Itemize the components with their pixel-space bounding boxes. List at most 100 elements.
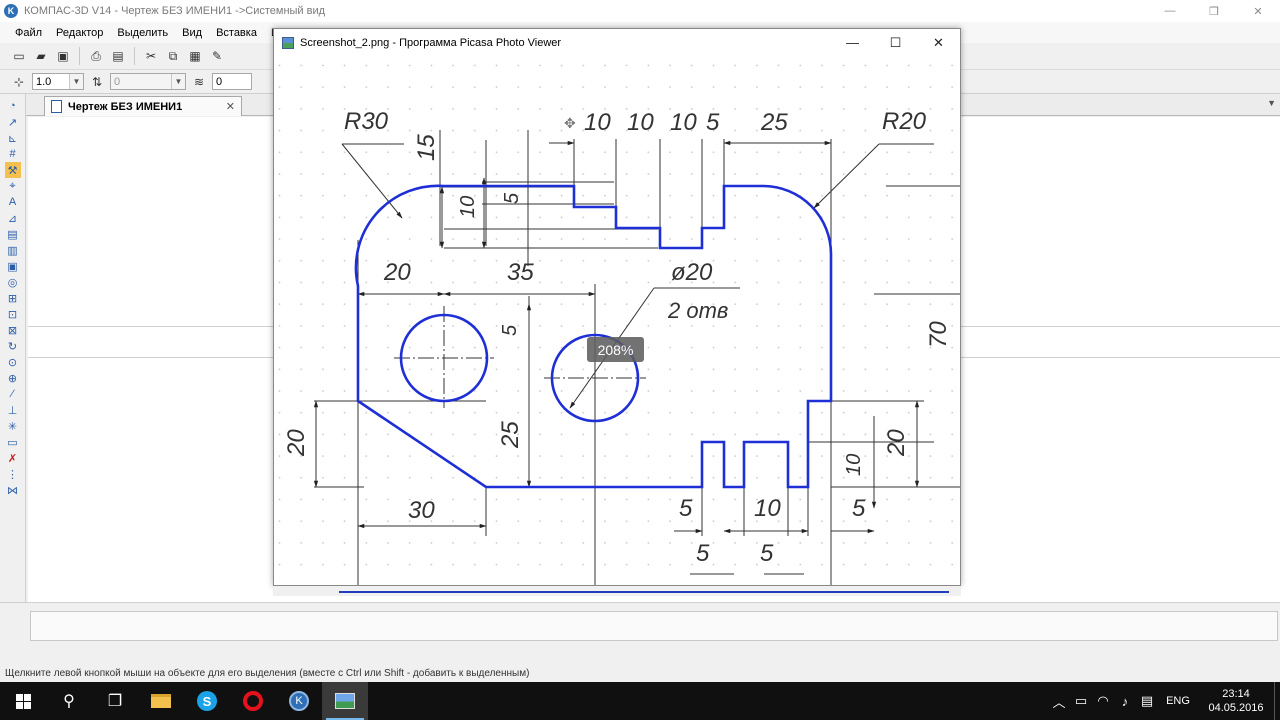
cut-icon[interactable]: ✂ [142,47,160,65]
transform-icon[interactable]: ⋈ [5,482,21,498]
zoom-window-icon[interactable]: ⊞ [5,290,21,306]
copy-icon[interactable]: ⧉ [164,47,182,65]
dim-5-hole-label: 5 [499,324,521,336]
insert-icon[interactable]: ▣ [5,258,21,274]
language-indicator[interactable]: ENG [1158,695,1198,707]
report-icon[interactable]: ▥ [5,242,21,258]
command-input[interactable] [30,611,1278,641]
chevron-up-icon[interactable]: ︿ [1048,692,1070,711]
notifications-icon[interactable]: ▤ [1136,693,1158,709]
picasa-close-button[interactable]: ✕ [917,29,960,56]
clock-date: 04.05.2016 [1208,702,1264,714]
segment-icon[interactable]: ⊥ [5,402,21,418]
dimensions-icon[interactable]: ↗ [5,114,21,130]
paste-icon[interactable]: ▦ [186,47,204,65]
angle-icon[interactable]: ✳ [5,418,21,434]
top-dim-10-b: 10 [627,109,654,136]
dim-5-label: 5 [501,192,523,204]
wifi-icon[interactable]: ◠ [1092,693,1114,709]
open-folder-icon[interactable]: ▰ [32,47,50,65]
geometry-icon[interactable]: ◔ [5,98,21,114]
task-view-icon[interactable]: ❐ [92,682,138,720]
zoom-level-badge: 208% [587,337,644,362]
chevron-down-icon[interactable]: ▼ [69,74,83,89]
picasa-title: Screenshot_2.png - Программа Picasa Phot… [300,36,562,49]
dim-70-label: 70 [925,321,952,348]
taskbar: ⚲ ❐ S K ︿ ▭ ◠ ♪ ▤ ENG 23:14 04.05.2016 [0,682,1280,720]
menu-view[interactable]: Вид [175,27,209,39]
pan-icon[interactable]: ⊠ [5,322,21,338]
menu-file[interactable]: Файл [8,27,49,39]
menu-select[interactable]: Выделить [110,27,175,39]
print-icon[interactable]: ⎙ [87,47,105,65]
show-desktop-button[interactable] [1274,682,1280,720]
picasa-photo-icon [282,36,294,49]
top-dim-10-c: 10 [670,109,697,136]
delete-icon[interactable]: ✗ [5,450,21,466]
associative-icon[interactable]: ⊿ [5,210,21,226]
line-icon[interactable]: ⁄ [5,386,21,402]
save-icon[interactable]: ▣ [54,47,72,65]
close-tab-icon[interactable]: ✕ [226,100,235,113]
file-explorer-icon[interactable] [138,682,184,720]
volume-icon[interactable]: ♪ [1114,694,1136,709]
layer-value: 0 [216,75,223,88]
zoom-icon[interactable]: ⊡ [5,306,21,322]
dim-5-lower-a: 5 [696,540,710,567]
properties-panel [0,602,1280,666]
step-value: 0 [114,75,121,88]
minimize-button[interactable]: — [1148,0,1192,22]
close-button[interactable]: ✕ [1236,0,1280,22]
step-icon: ⇅ [91,74,103,89]
restore-button[interactable]: ❐ [1192,0,1236,22]
skype-icon[interactable]: S [184,682,230,720]
picasa-maximize-button[interactable]: ☐ [874,29,917,56]
menu-insert[interactable]: Вставка [209,27,264,39]
scale-combo[interactable]: 1.0 ▼ [32,73,84,90]
picasa-taskbar-icon[interactable] [322,682,368,720]
displayed-image[interactable]: R30 R20 15 10 5 10 10 10 5 25 20 35 ø20 … [274,56,960,585]
kompas-taskbar-icon[interactable]: K [276,682,322,720]
format-brush-icon[interactable]: ✎ [208,47,226,65]
library-icon[interactable]: ◎ [5,274,21,290]
spec-icon[interactable]: ▤ [5,226,21,242]
start-button[interactable] [0,682,46,720]
dim-10-right-label: 10 [843,454,865,476]
system-tray: ︿ ▭ ◠ ♪ ▤ ENG 23:14 04.05.2016 [1048,682,1280,720]
dim-5-bottom-label: 5 [679,495,693,522]
move-cursor-icon: ✥ [564,115,576,131]
drawing-document-icon [51,100,62,113]
radius-30-label: R30 [344,108,389,135]
top-dim-25: 25 [760,109,788,136]
tab-scroll-arrow-icon[interactable]: ▼ [1267,98,1276,108]
kompas-titlebar: K КОМПАС-3D V14 - Чертеж БЕЗ ИМЕНИ1 ->Си… [0,0,1280,22]
show-all-icon[interactable]: ⊙ [5,354,21,370]
stamp-icon[interactable]: ⊕ [5,370,21,386]
measure-icon[interactable]: ⌖ [5,178,21,194]
refresh-icon[interactable]: ↻ [5,338,21,354]
layers-icon[interactable]: ≋ [190,73,208,91]
chevron-down-icon[interactable]: ▼ [171,74,185,89]
window-title: КОМПАС-3D V14 - Чертеж БЕЗ ИМЕНИ1 ->Сист… [24,5,326,17]
picasa-titlebar: Screenshot_2.png - Программа Picasa Phot… [274,29,960,56]
clock[interactable]: 23:14 04.05.2016 [1198,687,1274,715]
step-combo[interactable]: 0 ▼ [110,73,186,90]
parametrization-icon[interactable]: ⚒ [4,162,21,178]
top-dim-5: 5 [706,109,720,136]
search-icon[interactable]: ⚲ [46,682,92,720]
tab-drawing-unnamed[interactable]: Чертеж БЕЗ ИМЕНИ1 ✕ [44,96,242,116]
layer-field[interactable]: 0 [212,73,252,90]
axis-icon[interactable]: ⋮ [5,466,21,482]
picasa-minimize-button[interactable]: — [831,29,874,56]
opera-icon[interactable] [230,682,276,720]
dim-5-lower-b: 5 [760,540,774,567]
designations-icon[interactable]: ⊾ [5,130,21,146]
radius-20-label: R20 [882,108,927,135]
new-document-icon[interactable]: ▭ [10,47,28,65]
editing-icon[interactable]: # [5,146,21,162]
print-preview-icon[interactable]: ▤ [109,47,127,65]
battery-icon[interactable]: ▭ [1070,693,1092,709]
frame-icon[interactable]: ▭ [5,434,21,450]
menu-editor[interactable]: Редактор [49,27,110,39]
select-icon[interactable]: A [5,194,21,210]
